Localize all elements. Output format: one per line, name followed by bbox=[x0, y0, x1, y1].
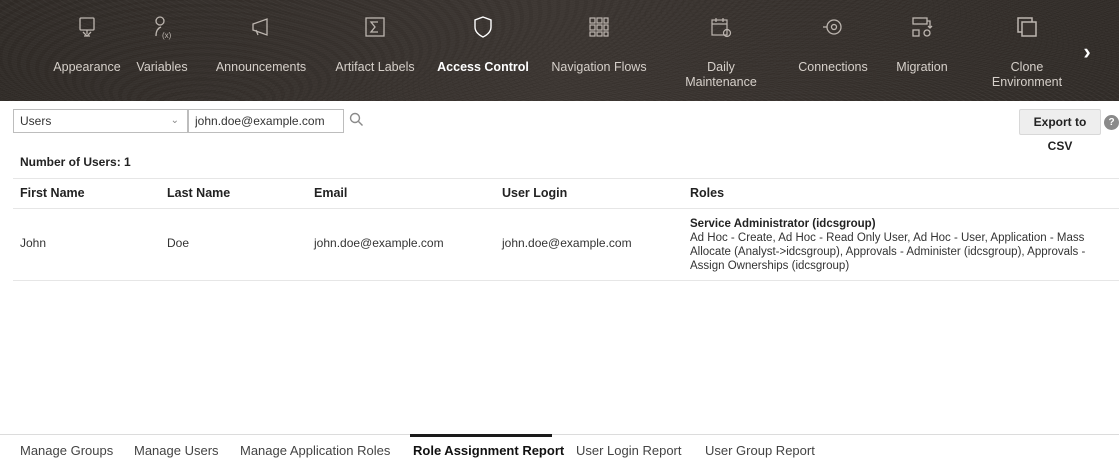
user-count-label: Number of Users: 1 bbox=[20, 155, 131, 169]
top-navigation-bar: Appearance (x) Variables Announcements A… bbox=[0, 0, 1119, 101]
nav-item-variables[interactable]: (x) Variables bbox=[134, 0, 190, 101]
report-type-value: Users bbox=[20, 114, 52, 128]
cell-first-name: John bbox=[20, 236, 47, 250]
nav-next-chevron-icon[interactable]: › bbox=[1077, 39, 1097, 64]
column-header-user-login: User Login bbox=[502, 186, 568, 200]
navigation-flows-icon bbox=[586, 14, 612, 40]
daily-maintenance-icon bbox=[708, 14, 734, 40]
variables-icon: (x) bbox=[149, 14, 175, 40]
nav-item-label: Migration bbox=[896, 60, 948, 74]
report-tabs: Manage Groups Manage Users Manage Applic… bbox=[0, 434, 1119, 463]
nav-item-label: Announcements bbox=[215, 60, 307, 74]
nav-item-daily-maintenance[interactable]: Daily Maintenance bbox=[676, 0, 766, 101]
connections-icon bbox=[820, 14, 846, 40]
nav-item-label: Clone Environment bbox=[991, 60, 1063, 89]
cell-email: john.doe@example.com bbox=[314, 236, 444, 250]
nav-item-artifact-labels[interactable]: Artifact Labels bbox=[328, 0, 422, 101]
access-control-icon bbox=[470, 14, 496, 40]
nav-item-label: Connections bbox=[798, 60, 868, 74]
nav-item-access-control[interactable]: Access Control bbox=[436, 0, 530, 101]
tab-manage-groups[interactable]: Manage Groups bbox=[20, 443, 113, 458]
column-header-email: Email bbox=[314, 186, 348, 200]
role-details: Ad Hoc - Create, Ad Hoc - Read Only User… bbox=[690, 232, 1086, 272]
tab-manage-users[interactable]: Manage Users bbox=[134, 443, 219, 458]
nav-item-clone-environment[interactable]: Clone Environment bbox=[982, 0, 1072, 101]
cell-user-login: john.doe@example.com bbox=[502, 236, 632, 250]
nav-item-label: Daily Maintenance bbox=[685, 60, 757, 89]
report-type-select[interactable]: Users ⌄ bbox=[13, 109, 188, 133]
appearance-icon bbox=[74, 14, 100, 40]
artifact-labels-icon bbox=[362, 14, 388, 40]
svg-text:(x): (x) bbox=[162, 31, 172, 40]
help-icon[interactable]: ? bbox=[1104, 115, 1119, 130]
tab-user-group-report[interactable]: User Group Report bbox=[705, 443, 815, 458]
divider bbox=[13, 178, 1119, 179]
chevron-down-icon: ⌄ bbox=[170, 115, 179, 126]
nav-item-label: Variables bbox=[136, 60, 188, 74]
cell-roles: Service Administrator (idcsgroup) Ad Hoc… bbox=[690, 217, 1110, 273]
cell-last-name: Doe bbox=[167, 236, 190, 250]
divider bbox=[13, 280, 1119, 281]
nav-item-label: Access Control bbox=[437, 60, 529, 74]
nav-item-label: Navigation Flows bbox=[551, 60, 647, 74]
announcements-icon bbox=[248, 14, 274, 40]
search-input[interactable] bbox=[188, 109, 344, 133]
divider bbox=[13, 208, 1119, 209]
nav-item-appearance[interactable]: Appearance bbox=[40, 0, 134, 101]
nav-item-connections[interactable]: Connections bbox=[790, 0, 876, 101]
nav-item-migration[interactable]: Migration bbox=[884, 0, 960, 101]
tab-user-login-report[interactable]: User Login Report bbox=[576, 443, 682, 458]
active-tab-indicator bbox=[410, 434, 552, 437]
search-icon[interactable] bbox=[348, 111, 366, 129]
tab-manage-application-roles[interactable]: Manage Application Roles bbox=[240, 443, 390, 458]
nav-item-label: Appearance bbox=[53, 60, 121, 74]
nav-item-navigation-flows[interactable]: Navigation Flows bbox=[544, 0, 654, 101]
column-header-first-name: First Name bbox=[20, 186, 85, 200]
nav-item-announcements[interactable]: Announcements bbox=[208, 0, 314, 101]
nav-item-label: Artifact Labels bbox=[335, 60, 415, 74]
column-header-last-name: Last Name bbox=[167, 186, 231, 200]
migration-icon bbox=[909, 14, 935, 40]
filter-bar: Users ⌄ Export to CSV ? bbox=[0, 101, 1119, 153]
clone-environment-icon bbox=[1014, 14, 1040, 40]
tab-role-assignment-report[interactable]: Role Assignment Report bbox=[413, 443, 564, 458]
role-title: Service Administrator (idcsgroup) bbox=[690, 218, 876, 230]
export-to-csv-button[interactable]: Export to CSV bbox=[1019, 109, 1101, 153]
column-header-roles: Roles bbox=[690, 186, 725, 200]
